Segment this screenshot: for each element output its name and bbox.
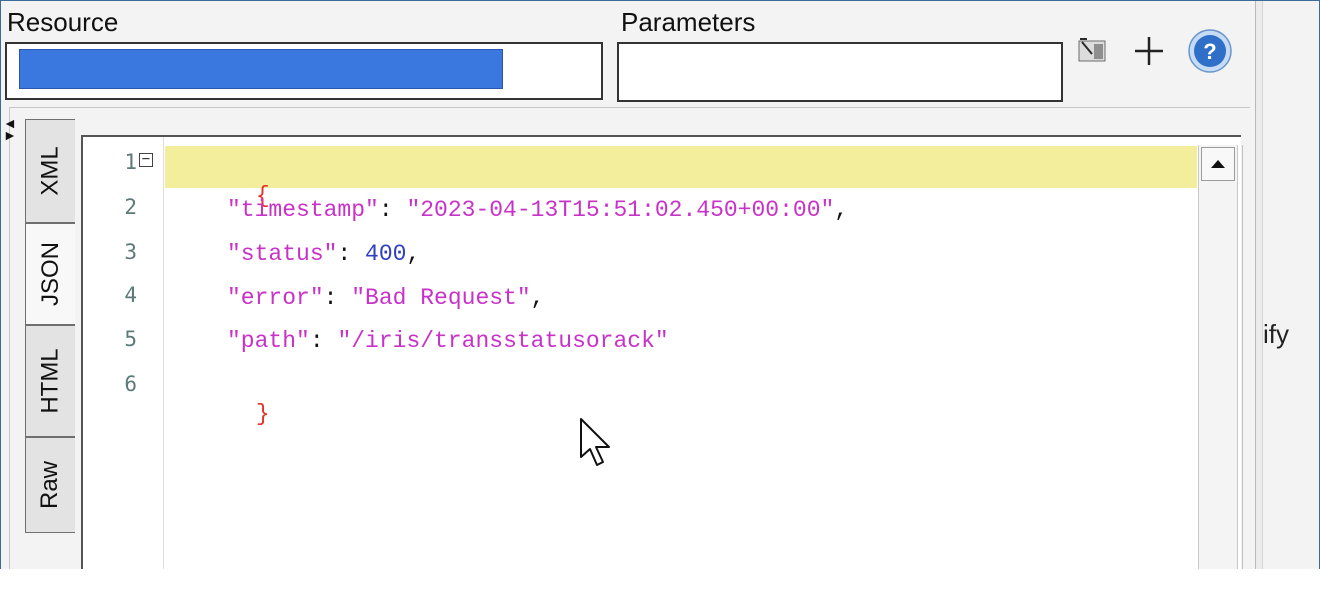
collapse-arrows-icon[interactable]: ◄ ►	[3, 116, 17, 142]
vertical-scrollbar[interactable]	[1198, 145, 1238, 585]
help-icon[interactable]: ?	[1185, 26, 1235, 76]
right-panel-text: ify	[1263, 319, 1289, 349]
bottom-margin	[0, 569, 1320, 600]
line-number: 5	[124, 327, 137, 351]
line-number: 3	[124, 240, 137, 264]
scroll-up-arrow-icon[interactable]	[1201, 147, 1235, 181]
tab-xml[interactable]: XML	[25, 119, 75, 223]
line-number: 1	[124, 150, 137, 174]
tab-json[interactable]: JSON	[25, 223, 75, 325]
code-line-5: "path": "/iris/transstatusorack"	[227, 328, 669, 354]
resource-selected-text	[19, 49, 503, 89]
current-line-highlight	[165, 146, 1197, 188]
svg-text:?: ?	[1203, 39, 1216, 64]
request-panel: Resource Parameters ? ify ◄ ► XML JSON H…	[0, 0, 1320, 600]
add-icon[interactable]	[1129, 31, 1169, 71]
tab-html-label: HTML	[36, 348, 64, 414]
resource-input[interactable]	[5, 42, 603, 100]
line-number: 2	[124, 195, 137, 219]
json-string-value: "2023-04-13T15:51:02.450+00:00"	[406, 197, 835, 223]
tab-raw[interactable]: Raw	[25, 437, 75, 533]
line-number: 6	[124, 372, 137, 396]
tab-raw-label: Raw	[36, 460, 64, 510]
json-number-value: 400	[365, 241, 407, 267]
line-number: 4	[124, 283, 137, 307]
tab-html[interactable]: HTML	[25, 325, 75, 437]
editor-border	[1242, 145, 1243, 585]
code-line-3: "status": 400,	[227, 241, 421, 267]
json-string-value: "Bad Request"	[351, 285, 531, 311]
json-key: "path"	[227, 328, 310, 354]
close-brace: }	[255, 401, 270, 427]
tab-xml-label: XML	[36, 146, 64, 196]
code-line-4: "error": "Bad Request",	[227, 285, 545, 311]
json-key: "error"	[227, 285, 324, 311]
panel-splitter[interactable]	[1255, 1, 1263, 570]
mouse-pointer-icon	[579, 417, 613, 474]
parameters-label: Parameters	[621, 7, 756, 37]
edit-params-icon[interactable]	[1075, 33, 1109, 67]
json-editor[interactable]: 1 2 3 4 5 6 − { "timestamp": "2023-04-13…	[81, 135, 1243, 585]
code-line-2: "timestamp": "2023-04-13T15:51:02.450+00…	[227, 197, 849, 223]
tab-json-label: JSON	[36, 241, 64, 307]
json-key: "status"	[227, 241, 338, 267]
parameters-input[interactable]	[617, 42, 1063, 102]
line-number-gutter: 1 2 3 4 5 6 −	[83, 137, 164, 577]
fold-toggle-icon[interactable]: −	[139, 152, 153, 167]
code-line-6: }	[173, 369, 270, 459]
resource-label: Resource	[7, 7, 119, 37]
json-string-value: "/iris/transstatusorack"	[337, 328, 669, 354]
json-key: "timestamp"	[227, 197, 379, 223]
